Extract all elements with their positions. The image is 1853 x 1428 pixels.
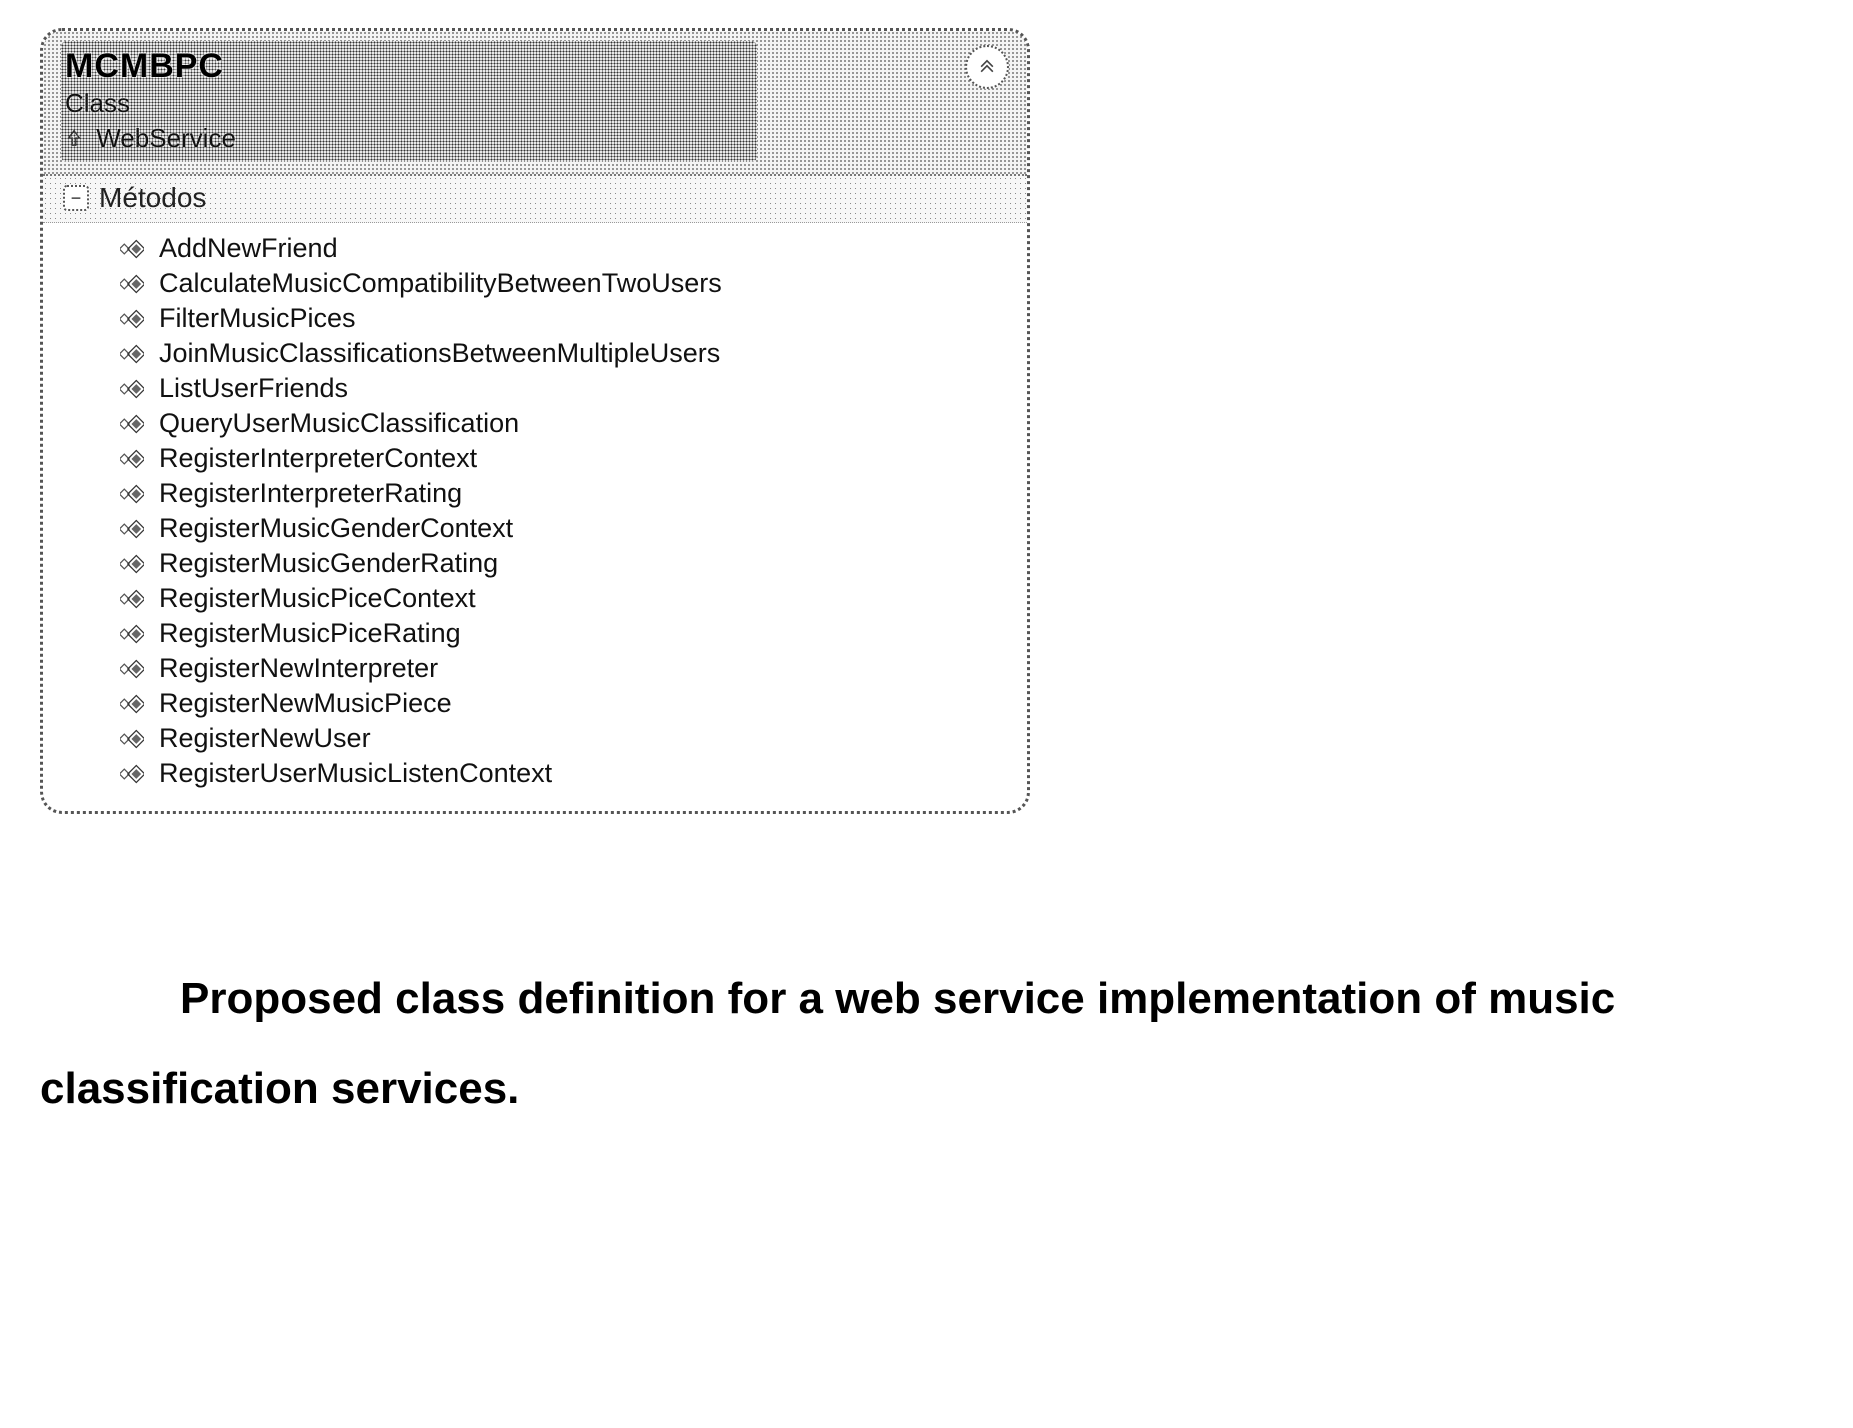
- class-title-block: MCMBPC Class WebService: [61, 41, 757, 162]
- collapse-section-button[interactable]: −: [63, 185, 89, 211]
- method-icon: [119, 378, 145, 400]
- method-icon: [119, 308, 145, 330]
- method-name: RegisterMusicPiceRating: [159, 618, 461, 649]
- method-name: RegisterMusicGenderRating: [159, 548, 498, 579]
- method-row[interactable]: RegisterInterpreterRating: [63, 476, 1007, 511]
- chevrons-up-icon: [977, 55, 997, 80]
- method-row[interactable]: RegisterNewUser: [63, 721, 1007, 756]
- method-row[interactable]: RegisterNewInterpreter: [63, 651, 1007, 686]
- method-row[interactable]: RegisterMusicGenderContext: [63, 511, 1007, 546]
- method-name: RegisterNewUser: [159, 723, 371, 754]
- class-type-label: Class: [65, 88, 745, 119]
- method-icon: [119, 658, 145, 680]
- method-name: QueryUserMusicClassification: [159, 408, 519, 439]
- method-icon: [119, 483, 145, 505]
- method-icon: [119, 518, 145, 540]
- method-icon: [119, 588, 145, 610]
- method-name: FilterMusicPices: [159, 303, 356, 334]
- caption-line-1: Proposed class definition for a web serv…: [180, 974, 1615, 1023]
- method-icon: [119, 553, 145, 575]
- inherits-arrow-icon: [65, 123, 83, 154]
- class-base-row: WebService: [65, 123, 745, 154]
- method-icon: [119, 238, 145, 260]
- class-base-name: WebService: [96, 123, 236, 153]
- method-row[interactable]: ListUserFriends: [63, 371, 1007, 406]
- method-icon: [119, 763, 145, 785]
- methods-section-header[interactable]: − Métodos: [43, 176, 1027, 223]
- method-row[interactable]: QueryUserMusicClassification: [63, 406, 1007, 441]
- class-name: MCMBPC: [65, 47, 745, 86]
- method-row[interactable]: JoinMusicClassificationsBetweenMultipleU…: [63, 336, 1007, 371]
- method-row[interactable]: RegisterUserMusicListenContext: [63, 756, 1007, 791]
- method-icon: [119, 623, 145, 645]
- method-name: RegisterNewMusicPiece: [159, 688, 452, 719]
- page-root: MCMBPC Class WebService − Métodos: [0, 0, 1853, 1428]
- figure-caption: Proposed class definition for a web serv…: [40, 954, 1813, 1134]
- method-row[interactable]: AddNewFriend: [63, 231, 1007, 266]
- method-icon: [119, 413, 145, 435]
- method-name: RegisterInterpreterContext: [159, 443, 477, 474]
- method-name: ListUserFriends: [159, 373, 348, 404]
- methods-list: AddNewFriend CalculateMusicCompatibilityB…: [43, 223, 1027, 811]
- method-row[interactable]: RegisterMusicGenderRating: [63, 546, 1007, 581]
- caption-line-2: classification services.: [40, 1064, 519, 1113]
- method-name: CalculateMusicCompatibilityBetweenTwoUse…: [159, 268, 722, 299]
- method-icon: [119, 273, 145, 295]
- method-name: RegisterInterpreterRating: [159, 478, 462, 509]
- minus-icon: −: [71, 189, 82, 207]
- method-name: AddNewFriend: [159, 233, 338, 264]
- method-row[interactable]: RegisterMusicPiceRating: [63, 616, 1007, 651]
- method-name: RegisterMusicGenderContext: [159, 513, 513, 544]
- method-row[interactable]: RegisterMusicPiceContext: [63, 581, 1007, 616]
- method-row[interactable]: RegisterNewMusicPiece: [63, 686, 1007, 721]
- methods-section-label: Métodos: [99, 182, 206, 214]
- method-icon: [119, 693, 145, 715]
- method-icon: [119, 343, 145, 365]
- method-name: JoinMusicClassificationsBetweenMultipleU…: [159, 338, 720, 369]
- collapse-class-button[interactable]: [965, 45, 1009, 89]
- class-header: MCMBPC Class WebService: [43, 31, 1027, 176]
- method-row[interactable]: FilterMusicPices: [63, 301, 1007, 336]
- method-name: RegisterUserMusicListenContext: [159, 758, 552, 789]
- method-row[interactable]: RegisterInterpreterContext: [63, 441, 1007, 476]
- method-name: RegisterNewInterpreter: [159, 653, 438, 684]
- method-name: RegisterMusicPiceContext: [159, 583, 476, 614]
- method-icon: [119, 728, 145, 750]
- class-diagram-box: MCMBPC Class WebService − Métodos: [40, 28, 1030, 814]
- method-row[interactable]: CalculateMusicCompatibilityBetweenTwoUse…: [63, 266, 1007, 301]
- method-icon: [119, 448, 145, 470]
